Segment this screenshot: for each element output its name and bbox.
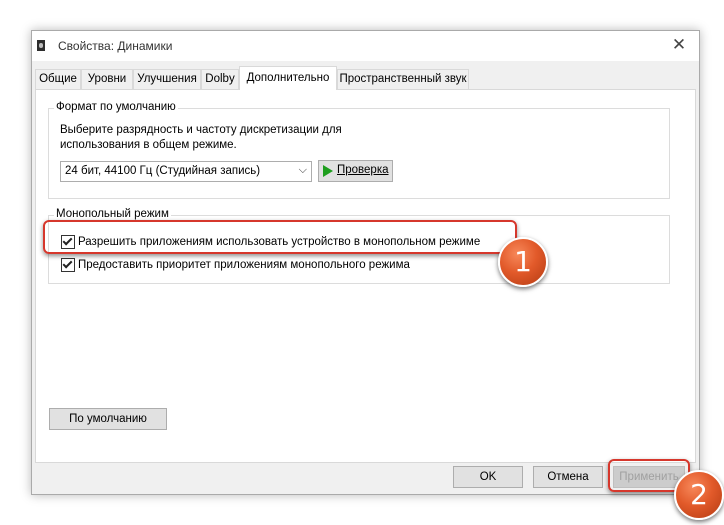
play-icon (323, 165, 333, 177)
dropdown-selected-value: 24 бит, 44100 Гц (Студийная запись) (65, 165, 261, 177)
priority-exclusive-label: Предоставить приоритет приложениям моноп… (78, 259, 410, 271)
test-button-label: Проверка (337, 164, 389, 176)
tab-general[interactable]: Общие (35, 69, 81, 89)
priority-exclusive-checkbox[interactable] (61, 258, 75, 272)
tab-enhancements[interactable]: Улучшения (133, 69, 201, 89)
window-title: Свойства: Динамики (58, 39, 173, 53)
speaker-icon (37, 40, 45, 51)
ok-button[interactable]: OK (453, 466, 523, 488)
close-button[interactable]: ✕ (659, 31, 699, 61)
title-bar: Свойства: Динамики ✕ (32, 31, 699, 61)
tab-advanced[interactable]: Дополнительно (239, 66, 337, 90)
test-button[interactable]: Проверка (318, 160, 393, 182)
chevron-down-icon: ⌵ (298, 163, 307, 176)
tab-levels[interactable]: Уровни (81, 69, 133, 89)
default-format-label: Формат по умолчанию (54, 101, 178, 114)
cancel-button[interactable]: Отмена (533, 466, 603, 488)
highlight-frame-1 (43, 220, 517, 254)
default-format-description: Выберите разрядность и частоту дискретиз… (60, 124, 342, 151)
sample-format-dropdown[interactable]: 24 бит, 44100 Гц (Студийная запись) ⌵ (60, 161, 312, 182)
tab-dolby[interactable]: Dolby (201, 69, 239, 89)
step-marker-1: 1 (498, 237, 548, 287)
restore-defaults-button[interactable]: По умолчанию (49, 408, 167, 430)
step-marker-2: 2 (674, 470, 724, 520)
default-format-group (48, 108, 670, 199)
tab-spatial-sound[interactable]: Пространственный звук (337, 69, 469, 89)
